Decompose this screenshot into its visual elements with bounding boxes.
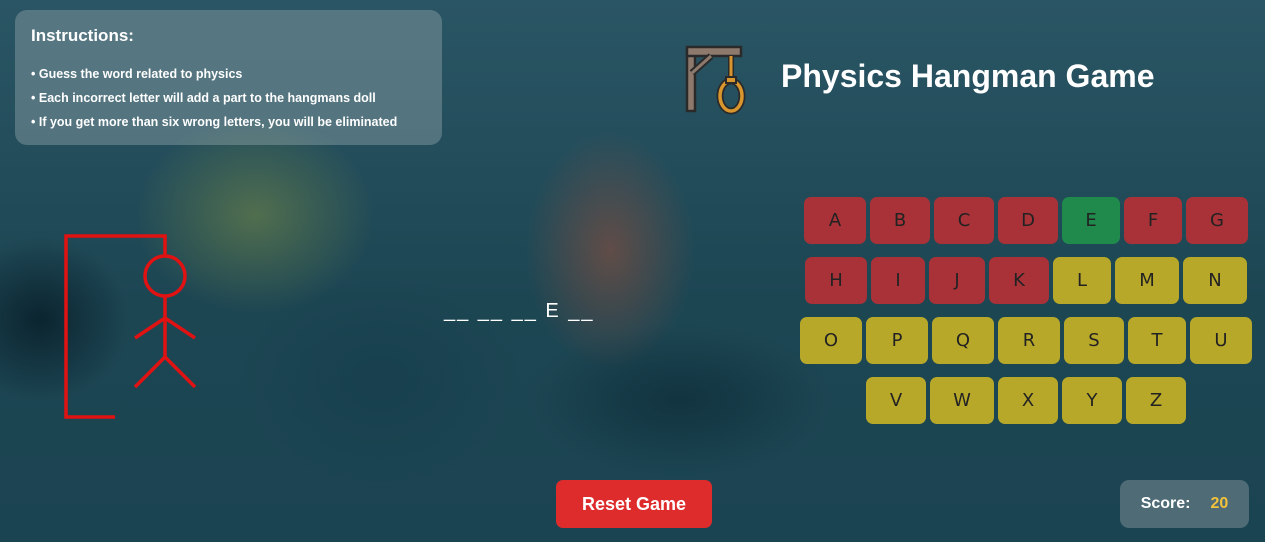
- letter-key-u[interactable]: U: [1190, 317, 1252, 364]
- letter-key-j[interactable]: J: [929, 257, 985, 304]
- keyboard-row: OPQRSTU: [800, 317, 1252, 364]
- letter-key-w[interactable]: W: [930, 377, 994, 424]
- letter-key-s[interactable]: S: [1064, 317, 1124, 364]
- hangman-right-arm: [164, 316, 196, 340]
- instruction-item: Guess the word related to physics: [31, 62, 426, 86]
- letter-key-t[interactable]: T: [1128, 317, 1186, 364]
- score-label: Score:: [1140, 495, 1191, 512]
- instruction-item: If you get more than six wrong letters, …: [31, 110, 426, 134]
- instructions-list: Guess the word related to physics Each i…: [31, 62, 426, 134]
- letter-key-a[interactable]: A: [804, 197, 866, 244]
- keyboard-row: ABCDEFG: [800, 197, 1252, 244]
- letter-key-r[interactable]: R: [998, 317, 1060, 364]
- score-box: Score: 20: [1120, 480, 1249, 528]
- keyboard-row: VWXYZ: [800, 377, 1252, 424]
- instructions-panel: Instructions: Guess the word related to …: [15, 10, 442, 145]
- letter-key-c[interactable]: C: [934, 197, 994, 244]
- letter-key-k[interactable]: K: [989, 257, 1049, 304]
- letter-key-b[interactable]: B: [870, 197, 930, 244]
- letter-key-v[interactable]: V: [866, 377, 926, 424]
- letter-key-i[interactable]: I: [871, 257, 925, 304]
- keyboard-row: HIJKLMN: [800, 257, 1252, 304]
- score-value: 20: [1210, 495, 1229, 512]
- letter-key-h[interactable]: H: [805, 257, 867, 304]
- hangman-right-leg: [163, 355, 197, 389]
- hangman-head: [143, 254, 187, 298]
- letter-key-e[interactable]: E: [1062, 197, 1120, 244]
- gallows-noose-icon: [685, 45, 746, 115]
- letter-key-z[interactable]: Z: [1126, 377, 1186, 424]
- hangman-left-arm: [134, 316, 166, 340]
- letter-key-p[interactable]: P: [866, 317, 928, 364]
- letter-key-n[interactable]: N: [1183, 257, 1247, 304]
- hangman-drawing: [64, 234, 197, 419]
- letter-key-g[interactable]: G: [1186, 197, 1248, 244]
- reset-game-button[interactable]: Reset Game: [556, 480, 712, 528]
- letter-key-x[interactable]: X: [998, 377, 1058, 424]
- instruction-item: Each incorrect letter will add a part to…: [31, 86, 426, 110]
- letter-key-f[interactable]: F: [1124, 197, 1182, 244]
- hidden-word: __ __ __ E __: [444, 300, 595, 322]
- instructions-title: Instructions:: [31, 26, 134, 45]
- letter-key-o[interactable]: O: [800, 317, 862, 364]
- page-title: Physics Hangman Game: [781, 58, 1155, 94]
- letter-key-m[interactable]: M: [1115, 257, 1179, 304]
- letter-key-y[interactable]: Y: [1062, 377, 1122, 424]
- letter-key-l[interactable]: L: [1053, 257, 1111, 304]
- hangman-left-leg: [133, 355, 167, 389]
- letter-key-d[interactable]: D: [998, 197, 1058, 244]
- letter-keyboard: ABCDEFG HIJKLMN OPQRSTU VWXYZ: [800, 197, 1252, 437]
- letter-key-q[interactable]: Q: [932, 317, 994, 364]
